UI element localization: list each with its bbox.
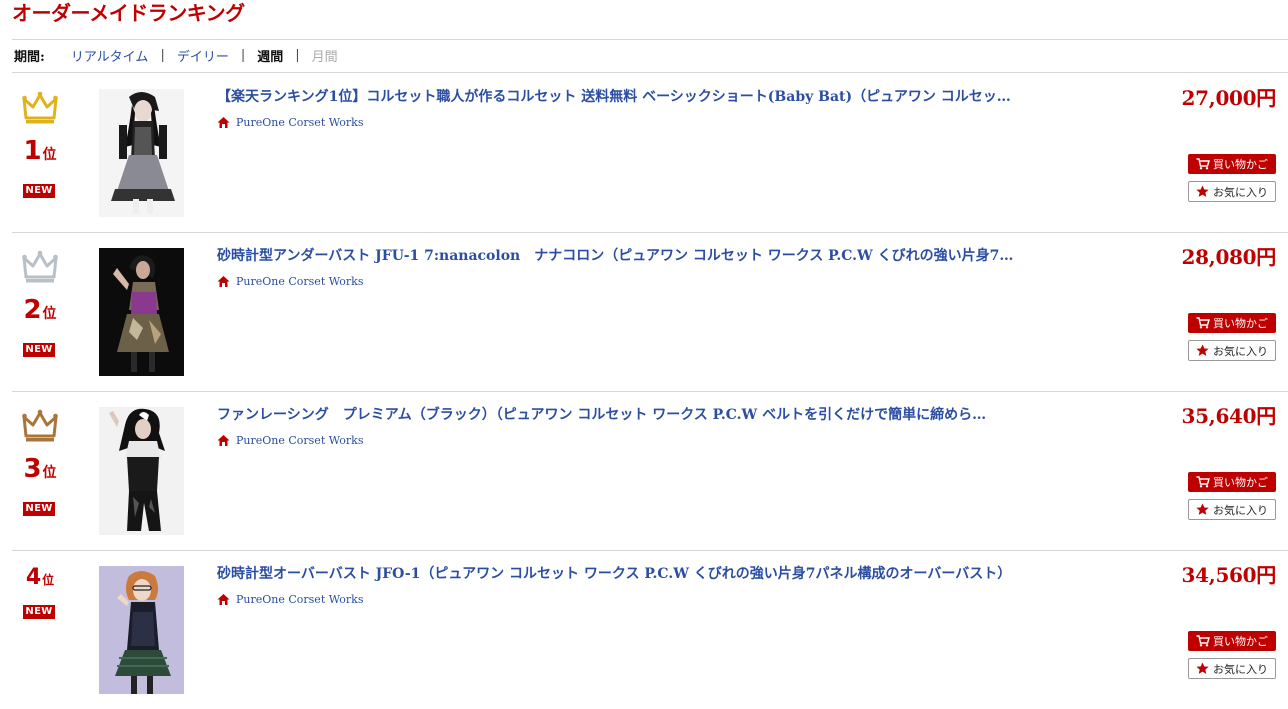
product-name-link[interactable]: ファンレーシング プレミアム（ブラック）（ピュアワン コルセット ワークス P.…: [217, 405, 1017, 425]
house-icon: [217, 276, 230, 287]
shop-link[interactable]: PureOne Corset Works: [217, 116, 363, 129]
product-image[interactable]: [99, 89, 184, 217]
house-icon: [217, 117, 230, 128]
add-to-cart-button[interactable]: 買い物かご: [1188, 154, 1276, 174]
rank-label: 4位: [20, 563, 60, 593]
shop-name: PureOne Corset Works: [236, 116, 364, 129]
cart-icon: [1196, 317, 1210, 329]
period-separator: |: [160, 47, 165, 63]
favorite-label: お気に入り: [1213, 185, 1268, 199]
add-to-favorites-button[interactable]: お気に入り: [1188, 181, 1276, 202]
new-badge: NEW: [23, 184, 55, 198]
cart-label: 買い物かご: [1213, 476, 1268, 489]
period-divider: [12, 72, 1288, 73]
rank-suffix: 位: [42, 573, 55, 587]
star-icon: [1196, 503, 1209, 515]
cart-label: 買い物かご: [1213, 317, 1268, 330]
crown-bronze-icon: [22, 409, 58, 442]
new-badge: NEW: [23, 605, 55, 619]
product-image[interactable]: [99, 407, 184, 535]
rank-label: 3位: [20, 454, 60, 484]
price: 35,640円: [1181, 404, 1277, 428]
rank-suffix: 位: [42, 465, 57, 481]
shop-name: PureOne Corset Works: [236, 275, 364, 288]
add-to-favorites-button[interactable]: お気に入り: [1188, 340, 1276, 361]
ranking-item: 4位 NEW 砂時計型オーバーバスト JFO-1（ピュアワン コルセット ワーク…: [12, 551, 1288, 709]
product-name-link[interactable]: 砂時計型アンダーバスト JFU-1 7:nanacolon ナナコロン（ピュアワ…: [217, 246, 1017, 266]
star-icon: [1196, 662, 1209, 674]
favorite-label: お気に入り: [1213, 503, 1268, 517]
house-icon: [217, 594, 230, 605]
product-name-link[interactable]: 砂時計型オーバーバスト JFO-1（ピュアワン コルセット ワークス P.C.W…: [217, 564, 1017, 584]
period-weekly-current: 週間: [257, 49, 284, 65]
favorite-label: お気に入り: [1213, 344, 1268, 358]
cart-label: 買い物かご: [1213, 158, 1268, 171]
house-icon: [217, 435, 230, 446]
cart-icon: [1196, 476, 1210, 488]
add-to-favorites-button[interactable]: お気に入り: [1188, 499, 1276, 520]
title-divider: [12, 39, 1288, 40]
ranking-item: 1位 NEW 【楽天ランキング1位】コルセット職人が作るコルセット 送料無料 ベ…: [12, 74, 1288, 233]
price: 34,560円: [1181, 563, 1277, 587]
period-separator: |: [240, 47, 246, 63]
star-icon: [1196, 344, 1209, 356]
star-icon: [1196, 185, 1209, 197]
price: 27,000円: [1181, 86, 1277, 110]
crown-silver-icon: [22, 250, 58, 283]
ranking-item: 3位 NEW ファンレーシング プレミアム（ブラック）（ピュアワン コルセット …: [12, 392, 1288, 551]
rank-label: 2位: [20, 295, 60, 325]
add-to-cart-button[interactable]: 買い物かご: [1188, 472, 1276, 492]
cart-icon: [1196, 158, 1210, 170]
price: 28,080円: [1181, 245, 1277, 269]
rank-suffix: 位: [42, 306, 57, 322]
new-badge: NEW: [23, 502, 55, 516]
period-monthly-disabled: 月間: [311, 49, 338, 65]
period-label: 期間:: [14, 49, 45, 65]
period-separator: |: [295, 47, 300, 63]
add-to-favorites-button[interactable]: お気に入り: [1188, 658, 1276, 679]
shop-name: PureOne Corset Works: [236, 593, 364, 606]
shop-link[interactable]: PureOne Corset Works: [217, 593, 363, 606]
rank-number: 2: [23, 295, 42, 325]
favorite-label: お気に入り: [1213, 662, 1268, 676]
period-filter: 期間: リアルタイム | デイリー | 週間 | 月間: [14, 46, 338, 65]
product-image[interactable]: [99, 566, 184, 694]
cart-label: 買い物かご: [1213, 635, 1268, 648]
crown-gold-icon: [22, 91, 58, 124]
period-daily-link[interactable]: デイリー: [177, 46, 229, 65]
rank-suffix: 位: [42, 147, 57, 163]
new-badge: NEW: [23, 343, 55, 357]
shop-name: PureOne Corset Works: [236, 434, 364, 447]
rank-number: 4: [25, 565, 42, 590]
product-name-link[interactable]: 【楽天ランキング1位】コルセット職人が作るコルセット 送料無料 ベーシックショー…: [217, 87, 1017, 107]
shop-link[interactable]: PureOne Corset Works: [217, 434, 363, 447]
period-realtime-link[interactable]: リアルタイム: [71, 46, 149, 65]
add-to-cart-button[interactable]: 買い物かご: [1188, 631, 1276, 651]
page-title: オーダーメイドランキング: [12, 1, 245, 25]
ranking-item: 2位 NEW 砂時計型アンダーバスト JFU-1 7:nanacolon ナナコ…: [12, 233, 1288, 392]
add-to-cart-button[interactable]: 買い物かご: [1188, 313, 1276, 333]
shop-link[interactable]: PureOne Corset Works: [217, 275, 363, 288]
product-image[interactable]: [99, 248, 184, 376]
rank-label: 1位: [20, 136, 60, 166]
rank-number: 1: [23, 136, 42, 166]
rank-number: 3: [23, 454, 42, 484]
cart-icon: [1196, 635, 1210, 647]
